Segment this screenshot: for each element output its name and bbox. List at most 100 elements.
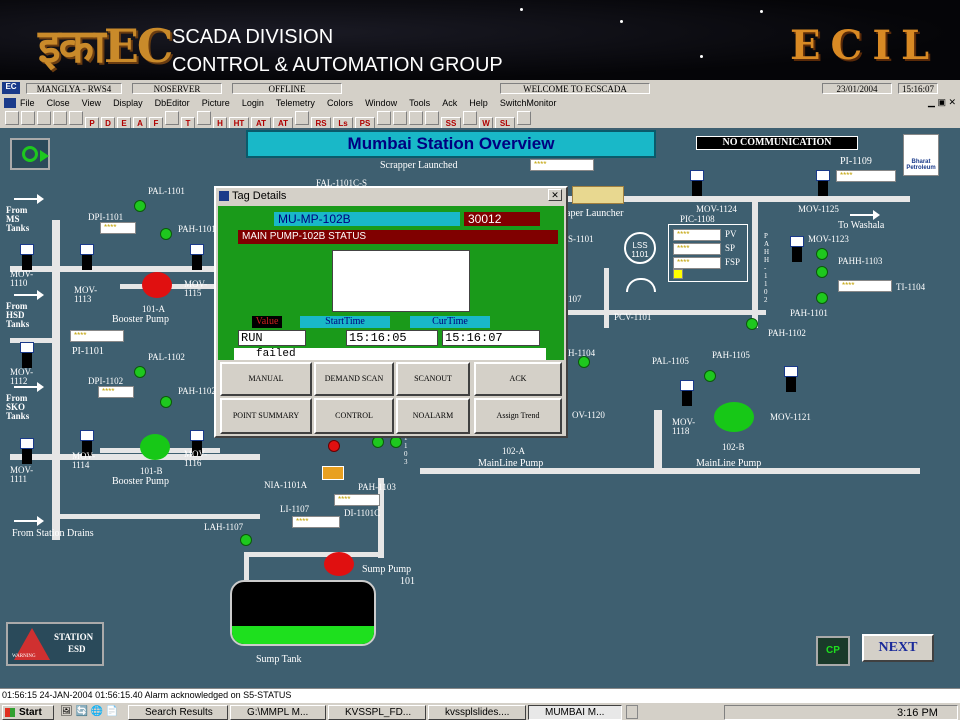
manual-button[interactable]: MANUAL [220,362,312,396]
toolbar-button-24[interactable] [425,111,439,125]
pump-101b[interactable] [140,434,170,460]
point-summary-button[interactable]: POINT SUMMARY [220,398,312,434]
sump-pump-101[interactable] [324,552,354,576]
scrapper-launcher[interactable] [572,186,624,204]
toolbar-button-1[interactable] [21,111,35,125]
valve-mov-1123[interactable] [790,236,804,262]
menu-colors[interactable]: Colors [327,96,353,110]
dialog-close-button[interactable]: ✕ [548,189,562,201]
toolbar-button-13[interactable]: H [213,117,227,128]
toolbar-button-18[interactable]: RS [311,117,331,128]
control-button[interactable]: CONTROL [314,398,394,434]
toolbar-button-28[interactable]: SL [495,117,515,128]
indicator-lah-1107[interactable] [240,534,252,546]
toolbar-button-0[interactable] [5,111,19,125]
toolbar-button-23[interactable] [409,111,423,125]
toolbar-button-12[interactable] [197,111,211,125]
indicator-pah-1101-right[interactable] [816,292,828,304]
next-button[interactable]: NEXT [862,634,934,662]
quick-launch-icons[interactable]: 🖼 🔄 🌐 📄 [60,706,120,719]
toolbar-button-4[interactable] [69,111,83,125]
menu-help[interactable]: Help [469,96,488,110]
valve-mov-1124[interactable] [690,170,704,196]
toolbar-button-26[interactable] [463,111,477,125]
pcv-1101-actuator[interactable] [626,278,656,292]
menu-dbeditor[interactable]: DbEditor [155,96,190,110]
toolbar-button-7[interactable]: E [117,117,131,128]
indicator-pal-1102[interactable] [134,366,146,378]
toolbar-button-16[interactable]: AT [273,117,293,128]
start-button[interactable]: Start [2,705,54,720]
tag-number-field[interactable]: 30012 [464,212,540,226]
toolbar-button-19[interactable]: Ls [333,117,353,128]
sump-tank[interactable] [230,580,376,646]
toolbar-button-20[interactable]: PS [355,117,375,128]
cp-button[interactable]: CP [816,636,850,666]
valve-mov-1118[interactable] [680,380,694,406]
toolbar-button-10[interactable] [165,111,179,125]
menu-switchmonitor[interactable]: SwitchMonitor [500,96,557,110]
indicator-pah-1101[interactable] [160,228,172,240]
task-kvsspl-fd[interactable]: KVSSPL_FD... [328,705,426,720]
menu-login[interactable]: Login [242,96,264,110]
menu-window[interactable]: Window [365,96,397,110]
toolbar-button-22[interactable] [393,111,407,125]
task-mumbai[interactable]: MUMBAI M... [528,705,622,720]
toolbar-button-17[interactable] [295,111,309,125]
toolbar-button-11[interactable]: T [181,117,195,128]
pump-101a[interactable] [142,272,172,298]
valve-mov-1111[interactable] [20,438,34,464]
indicator-pah-1102[interactable] [160,396,172,408]
toolbar-button-6[interactable]: D [101,117,115,128]
lss-1101-indicator[interactable]: LSS 1101 [624,232,656,264]
demand-scan-button[interactable]: DEMAND SCAN [314,362,394,396]
valve-mov-1115[interactable] [190,244,204,270]
ack-button[interactable]: ACK [474,362,562,396]
indicator-nia-red[interactable] [328,440,340,452]
menu-ack[interactable]: Ack [442,96,457,110]
toolbar-button-27[interactable]: W [479,117,493,128]
scanout-button[interactable]: SCANOUT [396,362,470,396]
valve-mov-1110[interactable] [20,244,34,270]
pump-102b[interactable] [714,402,754,432]
toolbar-button-8[interactable]: A [133,117,147,128]
toolbar-button-29[interactable] [517,111,531,125]
task-search-results[interactable]: Search Results [128,705,228,720]
noalarm-button[interactable]: NOALARM [396,398,470,434]
tag-name-field[interactable]: MU-MP-102B [274,212,460,226]
toolbar-button-3[interactable] [53,111,67,125]
indicator-pal-1101[interactable] [134,200,146,212]
menu-file[interactable]: File [20,96,35,110]
task-extra-icon[interactable] [626,705,638,719]
indicator-ti-1104[interactable] [816,266,828,278]
station-esd-button[interactable]: WARNING STATION ESD [6,622,104,666]
valve-mov-1125[interactable] [816,170,830,196]
menu-close[interactable]: Close [47,96,70,110]
menu-tools[interactable]: Tools [409,96,430,110]
assign-trend-button[interactable]: Assign Trend [474,398,562,434]
indicator-pahh-1103[interactable] [816,248,828,260]
task-mmpl[interactable]: G:\MMPL M... [230,705,326,720]
sump-tank-label: Sump Tank [256,654,302,665]
nia-1101a-meter[interactable] [322,466,344,480]
valve-mov-1112[interactable] [20,342,34,368]
menu-telemetry[interactable]: Telemetry [276,96,315,110]
task-kvsspl-slides[interactable]: kvssplslides.... [428,705,526,720]
toolbar-button-21[interactable] [377,111,391,125]
menu-picture[interactable]: Picture [202,96,230,110]
valve-mov-1113[interactable] [80,244,94,270]
window-controls[interactable]: ▁ ▣ ✕ [928,97,956,108]
menu-display[interactable]: Display [113,96,143,110]
valve-mov-1121[interactable] [784,366,798,392]
toolbar-button-9[interactable]: F [149,117,163,128]
indicator-h-1104[interactable] [578,356,590,368]
toolbar-button-25[interactable]: SS [441,117,461,128]
toolbar-button-14[interactable]: HT [229,117,249,128]
toolbar-button-5[interactable]: P [85,117,99,128]
menu-view[interactable]: View [82,96,101,110]
toolbar-button-2[interactable] [37,111,51,125]
navigation-icon[interactable] [10,138,50,170]
toolbar-button-15[interactable]: AT [251,117,271,128]
indicator-pah-1102-right[interactable] [746,318,758,330]
indicator-pal-1105[interactable] [704,370,716,382]
